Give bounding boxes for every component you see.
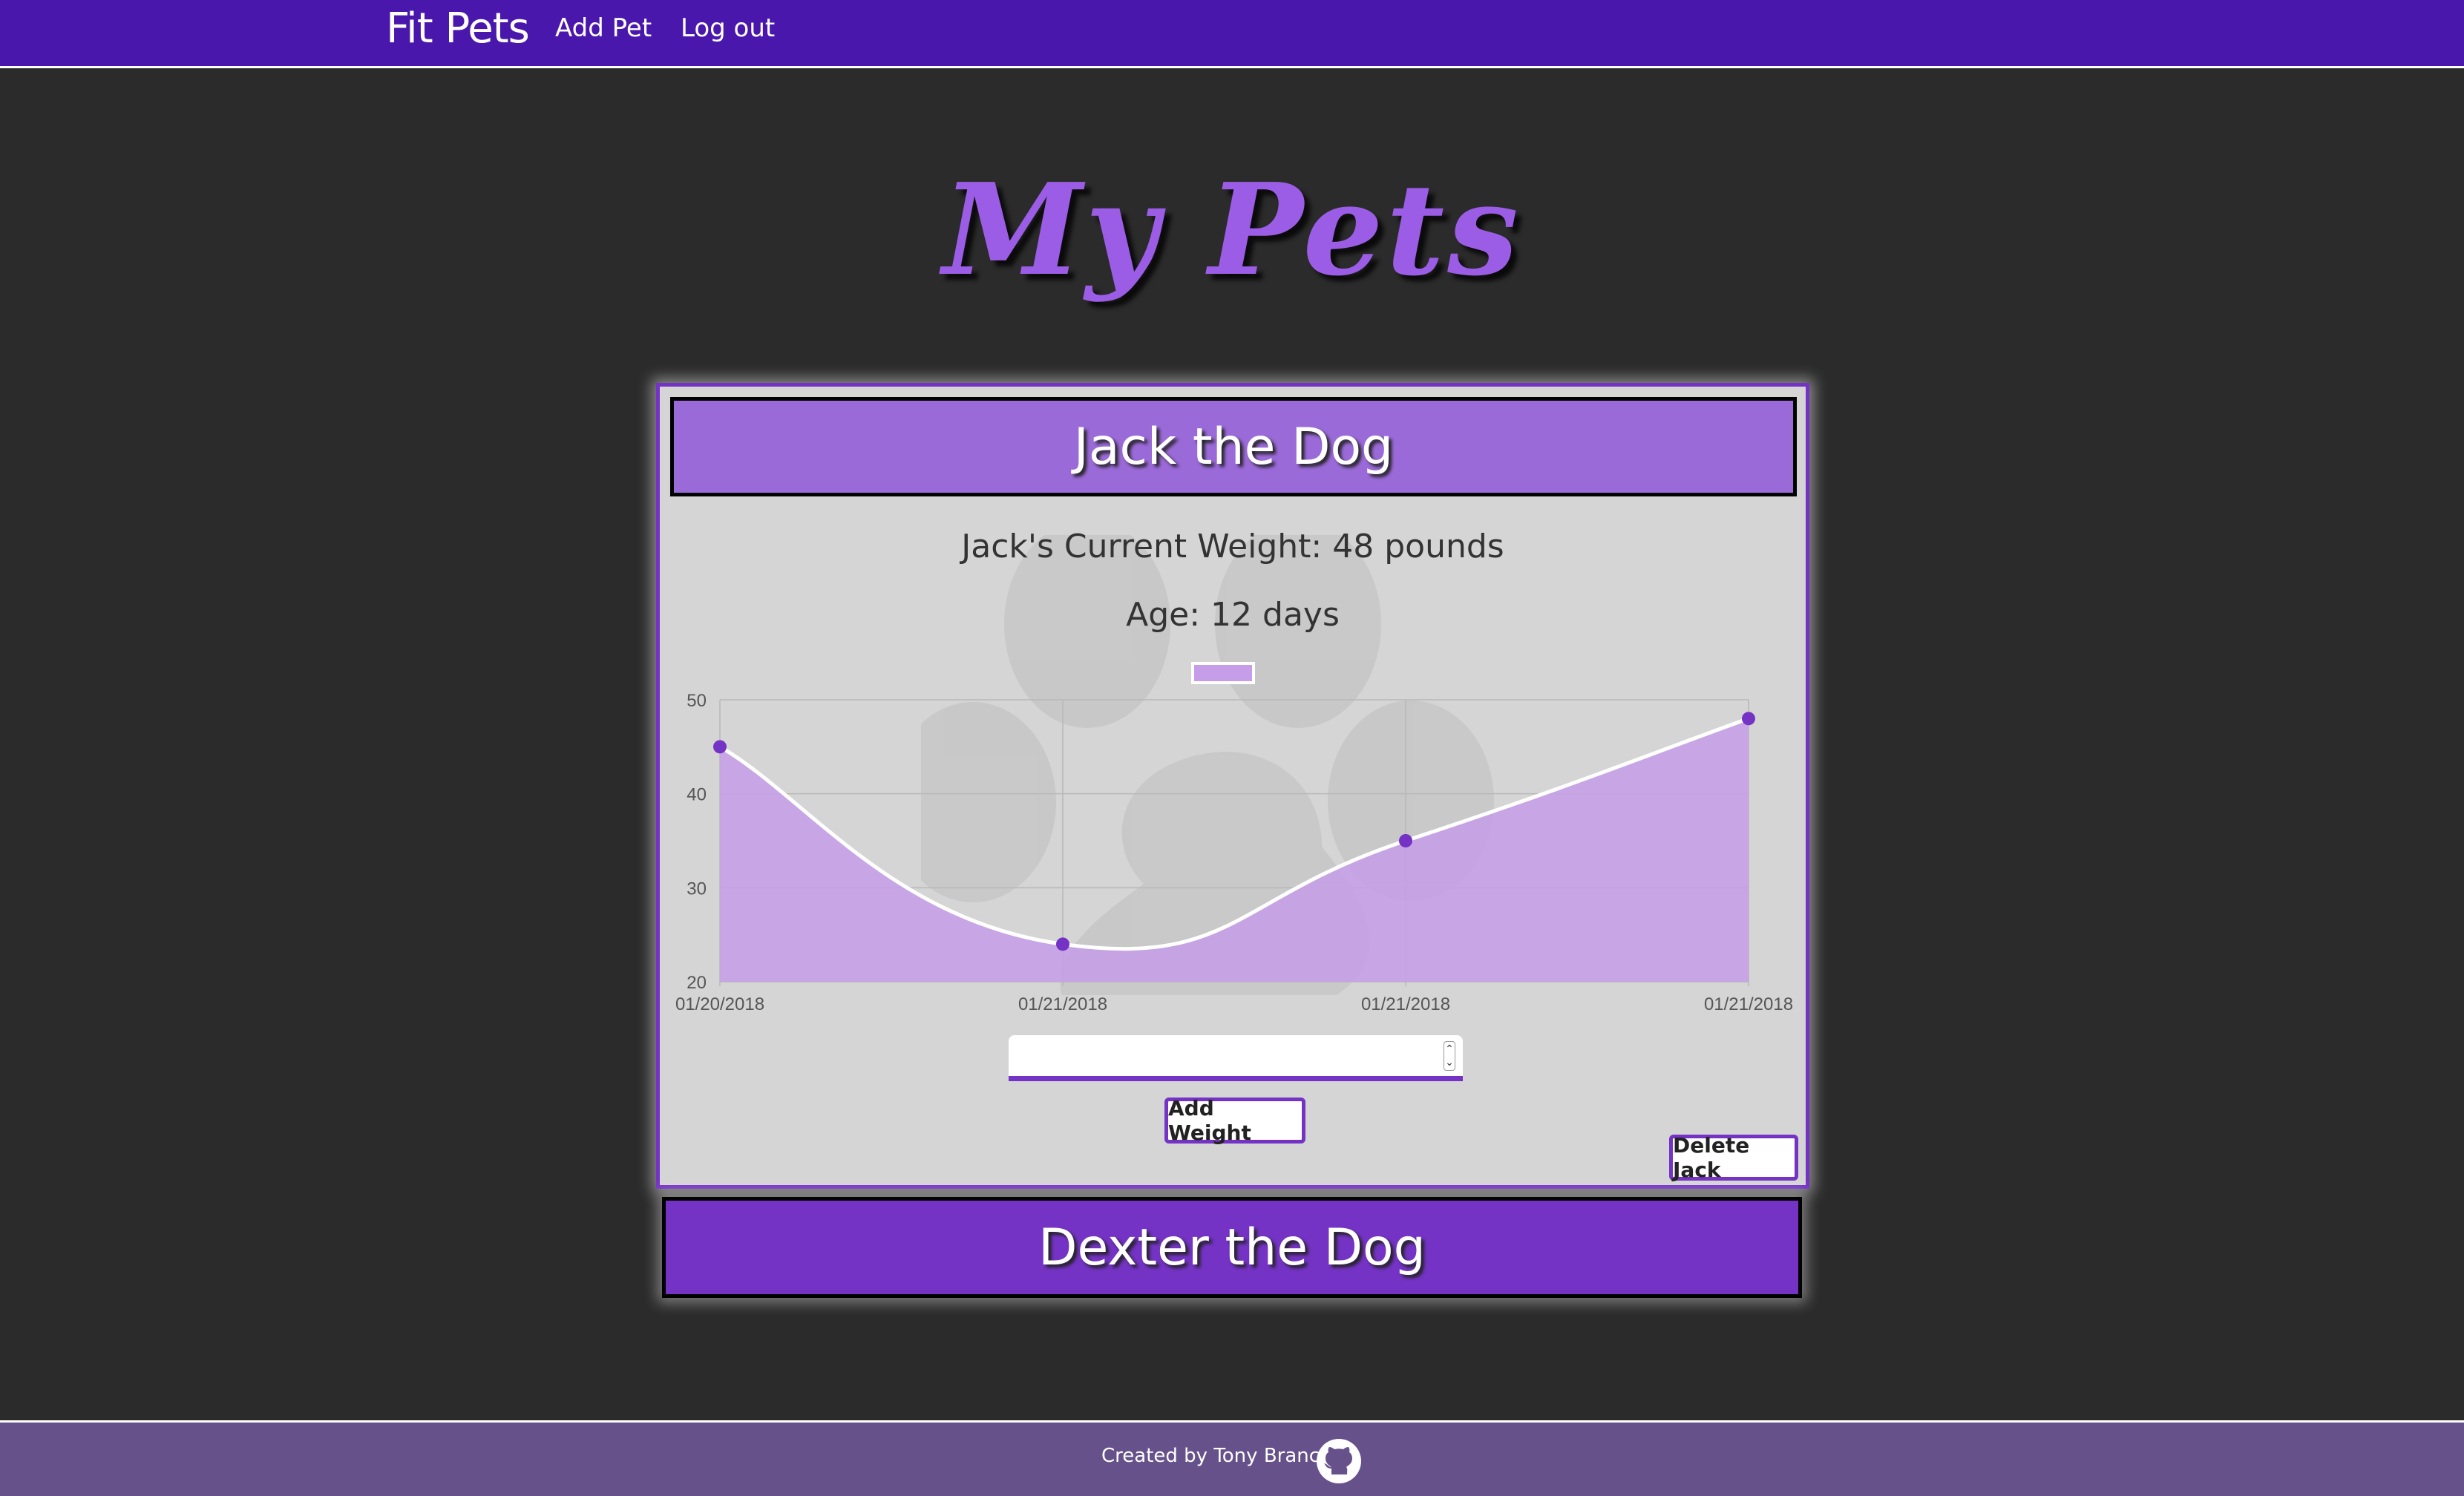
chart-y-tick-label: 30 — [687, 879, 707, 899]
weight-chart: 20 30 40 50 01/20/2018 01/21/2018 01/21/2018 01… — [675, 691, 1793, 1014]
pet-header-dexter[interactable]: Dexter the Dog — [662, 1197, 1802, 1298]
chart-x-tick-label: 01/21/2018 — [1018, 994, 1107, 1014]
chart-area-fill — [720, 718, 1749, 982]
footer: Created by Tony Brancato — [0, 1420, 2464, 1496]
chart-data-point — [713, 740, 727, 754]
chart-data-point — [1399, 834, 1412, 847]
chart-x-tick-label: 01/21/2018 — [1361, 994, 1450, 1014]
page-title: My Pets — [943, 156, 1521, 304]
chart-x-tick-label: 01/21/2018 — [1704, 994, 1793, 1014]
nav-log-out-link[interactable]: Log out — [681, 13, 775, 43]
chart-data-point — [1056, 937, 1069, 951]
delete-pet-button[interactable]: Delete Jack — [1669, 1133, 1798, 1182]
footer-credit-text: Created by Tony Brancato — [1101, 1445, 1351, 1467]
number-spinner-icon[interactable]: ⌃ ⌄ — [1444, 1041, 1455, 1071]
add-weight-button[interactable]: Add Weight — [1164, 1096, 1305, 1145]
nav-add-pet-link[interactable]: Add Pet — [555, 13, 652, 43]
github-icon[interactable] — [1315, 1437, 1363, 1485]
chart-data-point — [1742, 712, 1755, 726]
chart-y-tick-label: 20 — [687, 973, 707, 993]
pet-card-jack: Jack the Dog Jack's Current Weight: 48 p… — [656, 383, 1809, 1189]
chart-y-tick-label: 50 — [687, 691, 707, 711]
weight-input[interactable]: ⌃ ⌄ — [1009, 1035, 1463, 1081]
chart-x-tick-label: 01/20/2018 — [675, 994, 764, 1014]
chart-y-tick-label: 40 — [687, 785, 707, 805]
navbar: Fit Pets Add Pet Log out — [0, 0, 2464, 68]
brand-link[interactable]: Fit Pets — [386, 4, 530, 53]
